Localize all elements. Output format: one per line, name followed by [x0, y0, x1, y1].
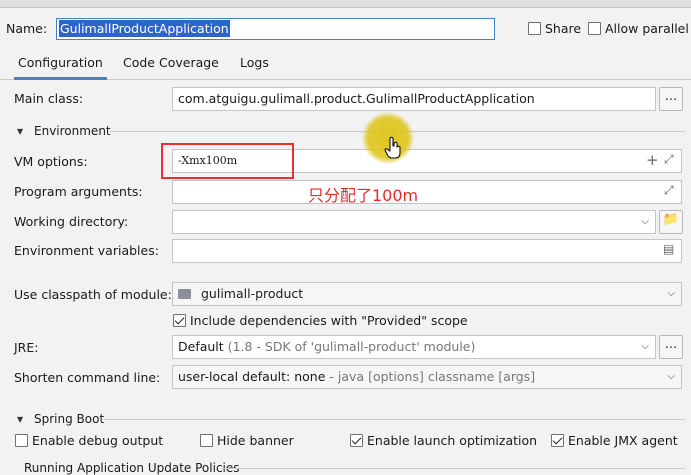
- classpath-module-select[interactable]: gulimall-product ⌵: [172, 282, 682, 306]
- jre-value-detail: (1.8 - SDK of 'gulimall-product' module): [227, 339, 476, 354]
- enable-launch-optimization-label: Enable launch optimization: [367, 433, 538, 448]
- update-policies-divider: [222, 468, 685, 469]
- include-provided-label: Include dependencies with "Provided" sco…: [190, 313, 468, 328]
- classpath-label: Use classpath of module:: [14, 287, 172, 302]
- working-directory-input[interactable]: ⌵: [172, 210, 656, 234]
- shorten-command-line-select[interactable]: user-local default: none - java [options…: [172, 365, 682, 389]
- annotation-note: 只分配了100m: [308, 186, 419, 205]
- program-arguments-expand-icon[interactable]: ⤢: [664, 183, 674, 198]
- share-checkbox[interactable]: [528, 22, 541, 35]
- working-directory-label: Working directory:: [14, 214, 129, 229]
- spring-boot-section-label: Spring Boot: [34, 412, 105, 426]
- allow-parallel-checkbox[interactable]: [588, 22, 601, 35]
- shorten-dropdown-icon: ⌵: [667, 371, 675, 382]
- environment-collapse-icon[interactable]: ▼: [17, 127, 23, 136]
- window-top-edge: [0, 0, 691, 8]
- main-class-input[interactable]: com.atguigu.gulimall.product.GulimallPro…: [172, 87, 656, 111]
- jre-select[interactable]: Default (1.8 - SDK of 'gulimall-product'…: [172, 335, 656, 359]
- main-class-browse-button[interactable]: ...: [659, 87, 683, 111]
- name-input[interactable]: GulimallProductApplication: [56, 18, 495, 40]
- tab-configuration[interactable]: Configuration: [14, 50, 107, 80]
- jre-value: Default: [178, 339, 224, 354]
- working-directory-browse-button[interactable]: 📁: [659, 210, 683, 234]
- main-class-label: Main class:: [14, 91, 84, 106]
- hand-cursor-icon: [384, 136, 401, 159]
- chevron-down-icon: ⌵: [667, 288, 675, 299]
- enable-jmx-agent-checkbox[interactable]: [551, 434, 564, 447]
- include-provided-checkbox[interactable]: [173, 314, 186, 327]
- enable-jmx-agent-label: Enable JMX agent: [568, 433, 678, 448]
- shorten-value-detail: - java [options] classname [args]: [329, 369, 536, 384]
- tab-logs[interactable]: Logs: [236, 50, 273, 80]
- config-tabs: Configuration Code Coverage Logs: [0, 50, 691, 80]
- enable-debug-output-checkbox[interactable]: [15, 434, 28, 447]
- expand-icon[interactable]: ⤢: [664, 152, 674, 167]
- spring-boot-divider: [104, 419, 685, 420]
- environment-variables-label: Environment variables:: [14, 243, 159, 258]
- program-arguments-input[interactable]: [172, 180, 682, 204]
- shorten-command-line-label: Shorten command line:: [14, 370, 161, 385]
- name-label: Name:: [6, 21, 48, 36]
- share-label: Share: [545, 21, 582, 36]
- environment-variables-input[interactable]: [172, 239, 682, 263]
- working-directory-dropdown-icon[interactable]: ⌵: [641, 211, 649, 233]
- jre-label: JRE:: [14, 340, 39, 355]
- add-icon[interactable]: +: [646, 151, 659, 169]
- tab-code-coverage[interactable]: Code Coverage: [119, 50, 223, 80]
- allow-parallel-label: Allow parallel r: [605, 21, 691, 36]
- shorten-value: user-local default: none: [178, 369, 326, 384]
- program-arguments-label: Program arguments:: [14, 184, 143, 199]
- environment-section-label: Environment: [34, 124, 111, 138]
- enable-debug-output-label: Enable debug output: [32, 433, 164, 448]
- classpath-module-value: gulimall-product: [200, 286, 304, 301]
- jre-dropdown-icon: ⌵: [641, 341, 649, 352]
- name-input-selected-text: GulimallProductApplication: [59, 20, 230, 37]
- annotation-highlight-box: [161, 143, 294, 179]
- enable-launch-optimization-checkbox[interactable]: [350, 434, 363, 447]
- vm-options-label: VM options:: [14, 154, 88, 169]
- hide-banner-checkbox[interactable]: [200, 434, 213, 447]
- spring-boot-collapse-icon[interactable]: ▼: [17, 415, 23, 424]
- hide-banner-label: Hide banner: [217, 433, 294, 448]
- jre-browse-button[interactable]: ...: [659, 335, 683, 359]
- document-icon[interactable]: ▤: [663, 242, 674, 256]
- folder-icon: [178, 289, 191, 299]
